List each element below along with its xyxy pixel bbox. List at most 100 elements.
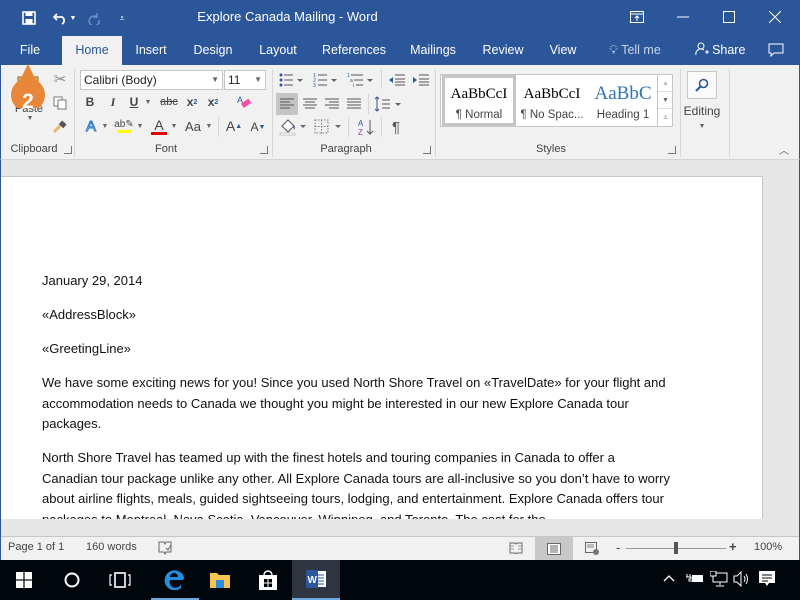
style-normal[interactable]: AaBbCcI ¶ Normal: [442, 75, 516, 126]
highlight-button[interactable]: ab✎: [114, 115, 134, 137]
clear-formatting-icon[interactable]: A: [234, 92, 254, 112]
zoom-level[interactable]: 100%: [754, 541, 782, 553]
read-mode-icon[interactable]: [507, 539, 525, 557]
tell-me-box[interactable]: 💡︎ Tell me: [600, 36, 670, 65]
bold-button[interactable]: B: [82, 93, 98, 111]
collapse-ribbon-icon[interactable]: ︿: [777, 143, 791, 157]
window-title: Explore Canada Mailing - Word: [197, 9, 378, 24]
proofing-icon[interactable]: [156, 539, 174, 557]
print-layout-icon[interactable]: [535, 537, 573, 560]
sort-button[interactable]: AZ: [355, 116, 377, 138]
network-icon[interactable]: [709, 570, 728, 590]
change-case-dropdown-icon[interactable]: ▼: [204, 116, 214, 136]
styles-more-icon[interactable]: ⩡: [658, 109, 673, 126]
find-search-icon[interactable]: [687, 71, 717, 99]
font-size-combo[interactable]: 11 ▼: [224, 70, 266, 90]
page-count[interactable]: Page 1 of 1: [8, 541, 64, 553]
change-case-button[interactable]: Aa: [182, 116, 204, 136]
styles-scroll-up-icon[interactable]: ▲: [658, 75, 673, 92]
show-hidden-icons-icon[interactable]: [663, 571, 675, 586]
subscript-button[interactable]: x2: [183, 93, 201, 111]
highlight-dropdown-icon[interactable]: ▼: [135, 116, 145, 136]
tab-file[interactable]: File: [10, 36, 50, 65]
underline-button[interactable]: U: [126, 93, 142, 111]
zoom-slider[interactable]: [626, 542, 726, 554]
tab-view[interactable]: View: [543, 36, 583, 65]
comments-button[interactable]: [762, 36, 790, 65]
zoom-in-button[interactable]: +: [729, 539, 737, 554]
strikethrough-button[interactable]: abc: [158, 93, 180, 111]
cortana-button[interactable]: [48, 560, 96, 600]
tab-design[interactable]: Design: [186, 36, 240, 65]
style-no-spacing[interactable]: AaBbCcI ¶ No Spac...: [516, 75, 588, 126]
font-color-dropdown-icon[interactable]: ▼: [169, 116, 179, 136]
increase-indent-icon[interactable]: [411, 71, 431, 89]
battery-charging-icon[interactable]: [686, 572, 704, 587]
tab-insert[interactable]: Insert: [128, 36, 174, 65]
ribbon-display-options-button[interactable]: [614, 0, 660, 34]
share-button[interactable]: Share: [690, 36, 750, 65]
comment-icon: [768, 43, 784, 58]
web-layout-icon[interactable]: [583, 539, 601, 557]
copy-icon[interactable]: [50, 93, 70, 113]
show-formatting-marks-icon[interactable]: ¶: [386, 116, 406, 138]
font-dialog-launcher[interactable]: [260, 146, 268, 154]
taskbar-edge[interactable]: [151, 560, 199, 600]
volume-icon[interactable]: [733, 570, 751, 590]
multilevel-list-button[interactable]: 1ai: [346, 71, 376, 89]
tab-references[interactable]: References: [318, 36, 390, 65]
text-effects-dropdown-icon[interactable]: ▼: [100, 116, 110, 136]
chevron-down-icon[interactable]: ▼: [211, 71, 219, 89]
font-color-button[interactable]: A: [149, 114, 169, 138]
text-effects-button[interactable]: A: [82, 116, 100, 136]
zoom-out-button[interactable]: -: [616, 540, 620, 555]
line-spacing-button[interactable]: [373, 93, 403, 115]
editing-button[interactable]: Editing: [681, 103, 723, 119]
styles-dialog-launcher[interactable]: [668, 146, 676, 154]
body-paragraph: North Shore Travel has teamed up with th…: [42, 450, 670, 527]
decrease-indent-icon[interactable]: [387, 71, 407, 89]
shrink-font-icon[interactable]: A ▼: [250, 117, 266, 137]
close-button[interactable]: [752, 0, 798, 34]
font-group-label: Font: [154, 143, 177, 155]
underline-dropdown-icon[interactable]: ▼: [142, 93, 154, 111]
tab-mailings[interactable]: Mailings: [404, 36, 462, 65]
tab-layout[interactable]: Layout: [252, 36, 304, 65]
numbering-button[interactable]: 123: [312, 71, 340, 89]
italic-button[interactable]: I: [105, 93, 121, 111]
style-heading-1[interactable]: AaBbC Heading 1: [589, 75, 657, 126]
editing-dropdown-icon[interactable]: ▼: [696, 121, 708, 131]
minimize-button[interactable]: [660, 0, 706, 34]
document-page[interactable]: January 29, 2014 «AddressBlock» «Greetin…: [1, 176, 763, 537]
font-name-combo[interactable]: Calibri (Body) ▼: [80, 70, 223, 90]
clipboard-dialog-launcher[interactable]: [64, 146, 72, 154]
word-count[interactable]: 160 words: [86, 541, 137, 553]
chevron-down-icon[interactable]: ▼: [254, 71, 262, 89]
format-painter-icon[interactable]: [50, 117, 70, 137]
cut-icon[interactable]: ✂: [50, 69, 70, 89]
align-right-button[interactable]: [321, 93, 343, 115]
maximize-button[interactable]: [706, 0, 752, 34]
start-button[interactable]: [0, 560, 48, 600]
tab-review[interactable]: Review: [477, 36, 529, 65]
taskbar-store[interactable]: [244, 560, 292, 600]
borders-button[interactable]: [313, 116, 345, 138]
action-center-icon[interactable]: [758, 570, 776, 591]
font-color-letter-icon: A: [154, 116, 164, 133]
taskbar-file-explorer[interactable]: [196, 560, 244, 600]
tab-home[interactable]: Home: [62, 36, 122, 65]
grow-font-icon[interactable]: A ▲: [226, 116, 242, 136]
align-left-button[interactable]: [276, 93, 298, 115]
align-center-button[interactable]: [299, 93, 321, 115]
zoom-slider-thumb[interactable]: [674, 542, 678, 554]
taskbar-word[interactable]: W: [292, 560, 340, 600]
paragraph-dialog-launcher[interactable]: [423, 146, 431, 154]
styles-scroll-down-icon[interactable]: ▼: [658, 92, 673, 109]
superscript-button[interactable]: x2: [204, 93, 222, 111]
address-block-field[interactable]: «AddressBlock»: [42, 305, 682, 326]
bullets-button[interactable]: [278, 71, 306, 89]
justify-button[interactable]: [343, 93, 365, 115]
greeting-line-field[interactable]: «GreetingLine»: [42, 339, 682, 360]
shading-button[interactable]: [278, 116, 310, 138]
task-view-button[interactable]: [96, 560, 144, 600]
